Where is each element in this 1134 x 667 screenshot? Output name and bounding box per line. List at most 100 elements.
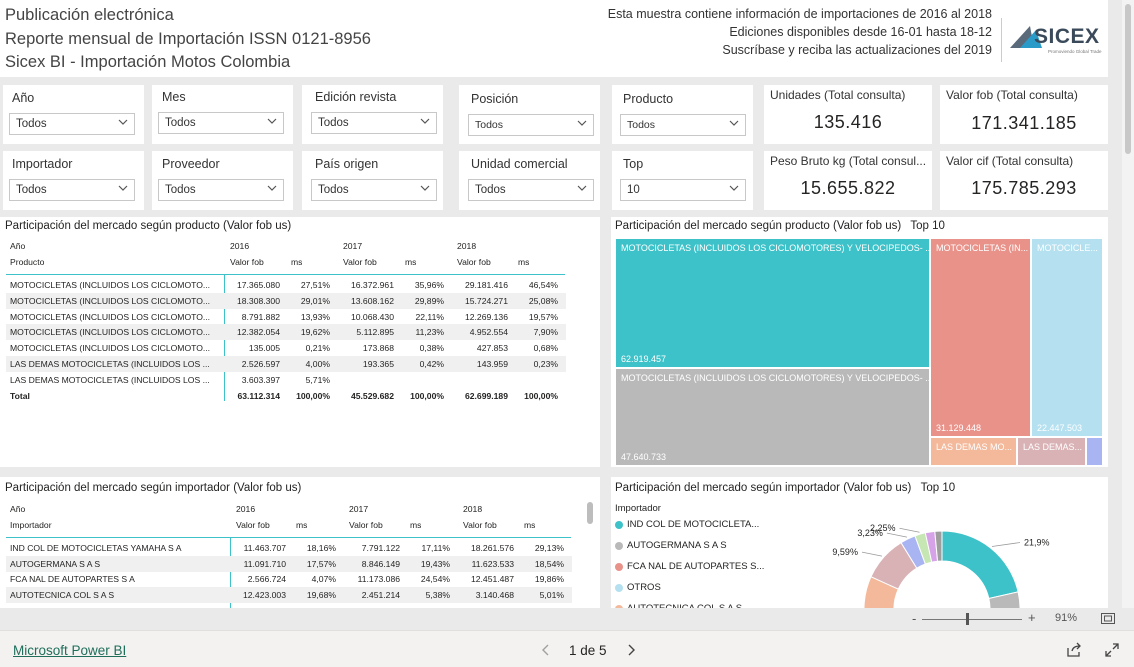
mxp-row[interactable]: MOTOCICLETAS (INCLUIDOS LOS CICLOMOTO...… xyxy=(6,292,566,309)
donut-slice[interactable] xyxy=(941,530,1019,600)
matrix-hdr-producto: Producto xyxy=(10,257,45,267)
slicer-posicion-dropdown[interactable]: Todos xyxy=(468,114,594,136)
mxp-cell: 13.608.162 xyxy=(350,295,394,306)
donut-leader-line xyxy=(861,551,883,557)
zoom-out-button[interactable]: - xyxy=(912,611,916,626)
mxi-row[interactable]: FCA NAL DE AUTOPARTES S A 2.566.724 4,07% 1… xyxy=(6,571,572,587)
slicer-anio-dropdown[interactable]: Todos xyxy=(9,113,135,135)
treemap-tile-3-value: 31.129.448 xyxy=(936,423,982,433)
slicer-importador-dropdown[interactable]: Todos xyxy=(9,179,135,201)
mxp-cell: 19,62% xyxy=(300,327,330,338)
mxp-cell: 0,68% xyxy=(533,343,558,354)
slicer-pais-dropdown[interactable]: Todos xyxy=(311,179,437,201)
slicer-edicion-label: Edición revista xyxy=(315,90,397,104)
zoom-slider-track[interactable] xyxy=(922,619,1022,620)
zoom-slider-thumb[interactable] xyxy=(966,613,969,625)
share-icon[interactable] xyxy=(1066,642,1082,658)
mxi-row[interactable]: AUTOTECNICA COL S A S 12.423.003 19,68% 2.4… xyxy=(6,586,572,603)
chevron-down-icon xyxy=(267,185,277,191)
next-page-icon[interactable] xyxy=(626,644,636,656)
treemap-tile-3-label: MOTOCICLETAS (IN... xyxy=(936,243,1029,253)
fullscreen-icon[interactable] xyxy=(1104,642,1120,658)
mxp-row[interactable]: MOTOCICLETAS (INCLUIDOS LOS CICLOMOTO...… xyxy=(6,340,566,356)
mxi-cell: 18.261.576 xyxy=(470,543,514,553)
mxp-cell: 35,96% xyxy=(414,280,444,290)
treemap-tile-2[interactable]: MOTOCICLETAS (INCLUIDOS LOS CICLOMOTORES… xyxy=(616,369,929,465)
slicer-mes-dropdown[interactable]: Todos xyxy=(158,112,284,134)
mxi-cell: 24,54% xyxy=(420,574,450,584)
page-indicator: 1 de 5 xyxy=(569,643,607,658)
mxp-cell: 11,23% xyxy=(415,327,444,338)
mxp-row[interactable]: MOTOCICLETAS (INCLUIDOS LOS CICLOMOTO...… xyxy=(6,324,566,341)
matrix-hdr-fob-1: Valor fob xyxy=(230,257,264,267)
matrix-producto-card: Participación del mercado según producto… xyxy=(0,217,600,467)
mxp-cell: 135.005 xyxy=(248,343,280,354)
slicer-importador: Importador Todos xyxy=(3,151,144,210)
logo-tagline: Promoviendo Global Trade xyxy=(1048,49,1102,54)
mxp-cell: 10.068.430 xyxy=(350,311,394,322)
treemap-tile-4[interactable]: MOTOCICLE... 22.447.503 xyxy=(1032,239,1102,436)
page-scroll-thumb[interactable] xyxy=(1125,4,1131,154)
mxp-row[interactable]: MOTOCICLETAS (INCLUIDOS LOS CICLOMOTO...… xyxy=(6,277,566,293)
slicer-top-dropdown[interactable]: 10 xyxy=(620,179,746,201)
treemap-tile-1[interactable]: MOTOCICLETAS (INCLUIDOS LOS CICLOMOTORES… xyxy=(616,239,929,367)
treemap-tile-6[interactable]: LAS DEMAS... xyxy=(1018,438,1085,465)
treemap-tile-7[interactable] xyxy=(1087,438,1102,465)
header-info-1: Esta muestra contiene información de imp… xyxy=(607,7,992,21)
chevron-down-icon xyxy=(577,185,587,191)
footer-bar: Microsoft Power BI 1 de 5 xyxy=(0,630,1134,667)
kpi-valor-fob-value: 171.341.185 xyxy=(971,113,1077,133)
mxp-cell: 5,71% xyxy=(305,374,330,385)
donut-legend-item[interactable]: IND COL DE MOTOCICLETA... xyxy=(615,519,759,533)
treemap-tile-5[interactable]: LAS DEMAS MO... xyxy=(931,438,1016,465)
slicer-top-label: Top xyxy=(623,157,644,171)
slicer-unidad-dropdown[interactable]: Todos xyxy=(468,179,594,201)
matrix-imp-header-rule xyxy=(6,537,571,538)
donut-legend-title: Importador xyxy=(615,503,661,514)
slicer-proveedor-dropdown[interactable]: Todos xyxy=(158,179,284,201)
mxp-cell: 19,57% xyxy=(528,311,558,322)
zoom-level: 91% xyxy=(1055,612,1078,624)
donut-legend-item[interactable]: AUTOGERMANA S A S xyxy=(615,540,727,554)
mxp-cell: 18.308.300 xyxy=(236,295,280,306)
kpi-valor-fob: Valor fob (Total consulta) 171.341.185 xyxy=(940,85,1108,144)
slicer-producto: Producto Todos xyxy=(612,85,753,144)
donut-legend: IND COL DE MOTOCICLETA... AUTOGERMANA S A… xyxy=(615,519,785,608)
mxp-row[interactable]: MOTOCICLETAS (INCLUIDOS LOS CICLOMOTO...… xyxy=(6,309,566,325)
zoom-in-button[interactable]: + xyxy=(1028,610,1036,625)
treemap-tile-3[interactable]: MOTOCICLETAS (IN... 31.129.448 xyxy=(931,239,1030,436)
mxp-cell: 12.382.054 xyxy=(236,327,280,338)
legend-label: OTROS xyxy=(627,582,661,593)
mxp-row[interactable]: LAS DEMAS MOTOCICLETAS (INCLUIDOS LOS ..… xyxy=(6,356,566,372)
legend-dot-icon xyxy=(615,583,623,592)
treemap-tile-1-value: 62.919.457 xyxy=(621,354,667,364)
donut-legend-item[interactable]: OTROS xyxy=(615,582,661,596)
matrix-imp-hdr-year-2018: 2018 xyxy=(463,504,483,514)
mxp-row[interactable]: LAS DEMAS MOTOCICLETAS (INCLUIDOS LOS ..… xyxy=(6,372,566,388)
slicer-producto-dropdown[interactable]: Todos xyxy=(620,114,746,136)
mxi-cell: 17,11% xyxy=(421,543,450,553)
mxp-cell: 0,21% xyxy=(305,343,330,354)
matrix-imp-hdr-ms-2: ms xyxy=(410,520,422,530)
mxp-cell: 3.603.397 xyxy=(241,374,280,385)
chevron-down-icon xyxy=(118,185,128,191)
slicer-posicion-label: Posición xyxy=(471,92,519,106)
mxp-cell: 427.853 xyxy=(476,343,508,354)
slicer-edicion-dropdown[interactable]: Todos xyxy=(311,112,437,134)
page-vertical-scrollbar[interactable] xyxy=(1122,0,1134,608)
fit-to-page-icon[interactable] xyxy=(1101,613,1115,624)
donut-legend-item[interactable]: FCA NAL DE AUTOPARTES S... xyxy=(615,561,764,575)
mxi-cell: 12.451.487 xyxy=(470,574,514,584)
chevron-down-icon xyxy=(267,118,277,124)
matrix-importador-scrollbar[interactable] xyxy=(587,502,593,524)
mxi-cell: 12.423.003 xyxy=(242,589,286,600)
prev-page-icon[interactable] xyxy=(541,644,551,656)
mxi-cell: 29,13% xyxy=(534,543,564,553)
power-bi-link[interactable]: Microsoft Power BI xyxy=(13,643,126,658)
mxi-row[interactable]: IND COL DE MOTOCICLETAS YAMAHA S A 11.463… xyxy=(6,540,572,556)
mxp-total-row[interactable]: Total 63.112.314 100,00% 45.529.682 100,00% 6… xyxy=(6,388,566,404)
mxp-row-label: MOTOCICLETAS (INCLUIDOS LOS CICLOMOTO... xyxy=(10,311,211,322)
mxi-row[interactable]: AUTOGERMANA S A S 11.091.710 17,57% 8.846.1… xyxy=(6,555,572,572)
mxi-cell: 3.140.468 xyxy=(475,589,514,600)
donut-importador-card: Participación del mercado según importad… xyxy=(611,477,1108,608)
